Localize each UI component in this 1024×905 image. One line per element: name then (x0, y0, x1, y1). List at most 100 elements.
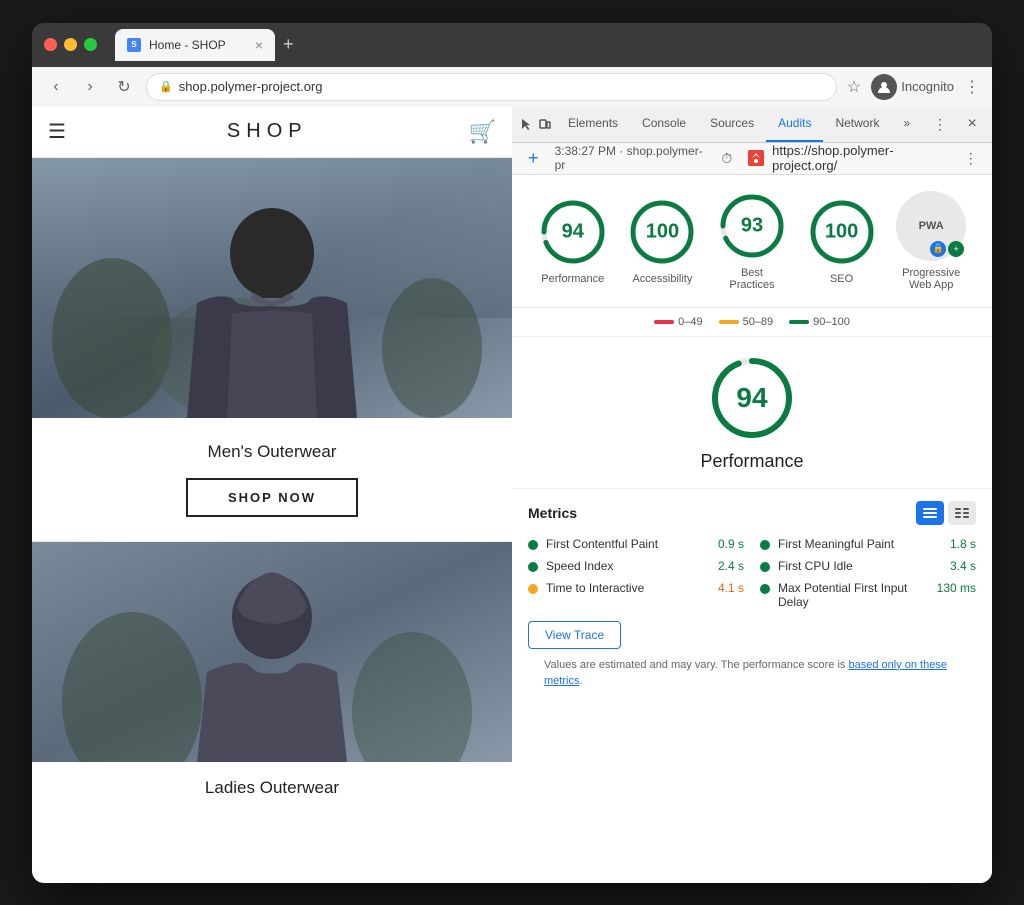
accessibility-label: Accessibility (632, 273, 692, 285)
accessibility-circle: 100 (627, 197, 697, 267)
address-bar: ‹ › ↻ 🔒 shop.polymer-project.org ☆ Incog… (32, 67, 992, 107)
browser-menu-icon[interactable]: ⋮ (964, 77, 980, 97)
content-area: ☰ SHOP 🛒 (32, 107, 992, 883)
metric-fmp: First Meaningful Paint 1.8 s (760, 537, 976, 551)
legend-green-dot (789, 320, 809, 324)
view-trace-button[interactable]: View Trace (528, 621, 621, 649)
reload-button[interactable]: ↻ (112, 75, 136, 99)
bookmark-icon[interactable]: ☆ (847, 77, 861, 97)
close-button[interactable] (44, 38, 57, 51)
tab-audits[interactable]: Audits (766, 107, 823, 143)
pwa-badges: 🔒 + (930, 241, 964, 257)
audit-options-icon[interactable]: ⋮ (957, 144, 984, 172)
audit-timestamp: 3:38:27 PM · shop.polymer-pr (555, 144, 706, 172)
minimize-button[interactable] (64, 38, 77, 51)
title-bar: S Home - SHOP × + (32, 23, 992, 67)
metric-mpfid: Max Potential First Input Delay 130 ms (760, 581, 976, 609)
devtools-subbar: + 3:38:27 PM · shop.polymer-pr ⏱ https:/… (512, 143, 992, 175)
browser-window: S Home - SHOP × + ‹ › ↻ 🔒 shop.polymer-p… (32, 23, 992, 883)
metrics-title: Metrics (528, 505, 916, 521)
metric-fci-name: First CPU Idle (778, 559, 942, 573)
best-practices-score[interactable]: 93 Best Practices (717, 191, 787, 291)
performance-label: Performance (541, 273, 604, 285)
tab-bar: S Home - SHOP × + (115, 29, 980, 61)
footer-text-end: . (579, 675, 582, 687)
tab-console[interactable]: Console (630, 107, 698, 143)
cart-icon[interactable]: 🛒 (469, 119, 496, 145)
back-button[interactable]: ‹ (44, 75, 68, 99)
devtools-more-icon[interactable]: ⋮ (926, 110, 954, 138)
device-toggle-icon[interactable] (538, 110, 552, 138)
tab-close-icon[interactable]: × (255, 37, 263, 53)
metric-fci-dot (760, 562, 770, 572)
incognito-area: Incognito (871, 74, 954, 100)
cursor-tool-icon[interactable] (520, 110, 534, 138)
incognito-icon (871, 74, 897, 100)
devtools-close-icon[interactable]: × (958, 110, 986, 138)
pwa-score[interactable]: PWA 🔒 + ProgressiveWeb App (896, 191, 966, 291)
legend-green-label: 90–100 (813, 316, 850, 328)
pwa-text: PWA (919, 220, 944, 232)
metric-si: Speed Index 2.4 s (528, 559, 744, 573)
metric-fci-value: 3.4 s (950, 559, 976, 573)
metrics-header: Metrics (528, 501, 976, 525)
legend-red-dot (654, 320, 674, 324)
tab-network[interactable]: Network (823, 107, 891, 143)
big-score-number: 94 (736, 382, 767, 414)
shop-header: ☰ SHOP 🛒 (32, 107, 512, 158)
shop-now-button[interactable]: SHOP NOW (186, 478, 358, 517)
forward-button[interactable]: › (78, 75, 102, 99)
active-tab[interactable]: S Home - SHOP × (115, 29, 275, 61)
add-audit-icon[interactable]: + (520, 144, 547, 172)
metric-tti-dot (528, 584, 538, 594)
devtools-panel: Elements Console Sources Audits Network … (512, 107, 992, 883)
view-toggle (916, 501, 976, 525)
traffic-lights (44, 38, 97, 51)
metric-fcp-dot (528, 540, 538, 550)
metric-fcp-name: First Contentful Paint (546, 537, 710, 551)
legend-orange-dot (719, 320, 739, 324)
pwa-badge-blue: 🔒 (930, 241, 946, 257)
metric-tti-value: 4.1 s (718, 581, 744, 595)
maximize-button[interactable] (84, 38, 97, 51)
perf-detail-title: Performance (700, 451, 803, 472)
metric-si-value: 2.4 s (718, 559, 744, 573)
pwa-circle: PWA 🔒 + (896, 191, 966, 261)
tab-sources[interactable]: Sources (698, 107, 766, 143)
address-input[interactable]: 🔒 shop.polymer-project.org (146, 73, 837, 101)
devtools-toolbar: Elements Console Sources Audits Network … (512, 107, 992, 143)
mens-section-title: Men's Outerwear (208, 442, 337, 462)
hamburger-menu-icon[interactable]: ☰ (48, 119, 66, 144)
seo-score[interactable]: 100 SEO (807, 197, 877, 285)
legend-orange: 50–89 (719, 316, 774, 328)
ladies-outerwear-section: Ladies Outerwear (32, 762, 512, 830)
grid-view-button[interactable] (916, 501, 944, 525)
tab-elements[interactable]: Elements (556, 107, 630, 143)
tab-more[interactable]: » (891, 107, 922, 143)
metric-fcp: First Contentful Paint 0.9 s (528, 537, 744, 551)
accessibility-score[interactable]: 100 Accessibility (627, 197, 697, 285)
metric-fcp-value: 0.9 s (718, 537, 744, 551)
best-practices-circle: 93 (717, 191, 787, 261)
pwa-badge-green: + (948, 241, 964, 257)
performance-score[interactable]: 94 Performance (538, 197, 608, 285)
ladies-hero-image (32, 542, 512, 762)
accessibility-value: 100 (646, 220, 679, 243)
metric-fmp-name: First Meaningful Paint (778, 537, 942, 551)
timer-icon[interactable]: ⏱ (714, 144, 741, 172)
best-practices-label: Best Practices (717, 267, 787, 291)
list-view-button[interactable] (948, 501, 976, 525)
audit-url: https://shop.polymer-project.org/ (772, 143, 949, 173)
big-score-circle: 94 (707, 353, 797, 443)
metric-fmp-dot (760, 540, 770, 550)
footer-text-start: Values are estimated and may vary. The p… (544, 659, 848, 671)
metric-mpfid-value: 130 ms (937, 581, 976, 595)
hero-image (32, 158, 512, 418)
mens-outerwear-section: Men's Outerwear SHOP NOW (32, 418, 512, 542)
metrics-section: Metrics (512, 489, 992, 883)
ladies-section-title: Ladies Outerwear (205, 778, 339, 798)
url-text: shop.polymer-project.org (179, 79, 323, 94)
new-tab-button[interactable]: + (283, 34, 294, 55)
metric-mpfid-dot (760, 584, 770, 594)
audit-footer: Values are estimated and may vary. The p… (528, 649, 976, 698)
